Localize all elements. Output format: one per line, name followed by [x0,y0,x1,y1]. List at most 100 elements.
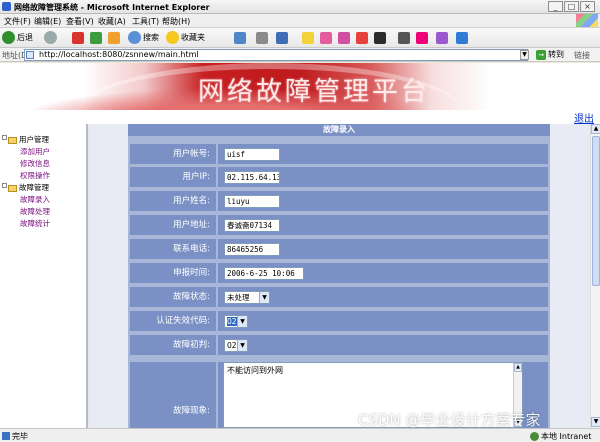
report-time-cell: 2006-6-25 10:06 [218,263,548,283]
name-label: 用户姓名: [130,191,216,211]
sidebar-item-permissions[interactable]: 权限操作 [20,170,50,181]
close-button[interactable]: × [580,1,595,12]
sidebar-item-fault-handling[interactable]: 故障处理 [20,206,50,217]
scroll-up-icon[interactable]: ▲ [514,363,522,372]
address-field-input[interactable]: 春诚斋07134 [224,219,280,232]
sidebar-item-fault-entry[interactable]: 故障录入 [20,194,50,205]
refresh-icon[interactable] [90,32,102,44]
ip-input[interactable]: 02.115.64.132 [224,171,280,184]
initial-judgement-select[interactable]: 02 ▼ [224,339,248,352]
print-icon[interactable] [256,32,268,44]
phenomenon-text: 不能访问到外网 [227,366,283,375]
back-label: 后退 [17,33,33,42]
account-input[interactable]: uisf [224,148,280,161]
name-cell: liuyu [218,191,548,211]
main-frame: 故障录入 用户帐号: uisf 用户IP: 02.115.64.132 用户姓名… [90,124,590,428]
sidebar-item-fault-stats[interactable]: 故障统计 [20,218,50,229]
watermark: CSDN @毕业设计方案专家 [358,411,541,429]
mail-icon[interactable] [234,32,246,44]
address-input[interactable]: http://localhost:8080/zsnnew/main.html [24,49,528,61]
favorites-button[interactable]: 收藏夹 [166,31,205,45]
chevron-down-icon[interactable]: ▼ [237,340,247,351]
research-icon[interactable] [398,32,410,44]
menu-tools[interactable]: 工具(T) [132,16,159,27]
note-icon[interactable] [302,32,314,44]
pill-icon[interactable] [436,32,448,44]
sidebar-item-add-user[interactable]: 添加用户 [20,146,50,157]
ip-cell: 02.115.64.132 [218,167,548,187]
back-button[interactable]: 后退 [2,31,33,45]
search-icon [128,31,141,44]
chevron-down-icon[interactable]: ▼ [259,292,269,303]
site-banner: 网络故障管理平台 [0,63,600,110]
row-name: 用户姓名: liuyu [130,191,548,211]
menu-favorites[interactable]: 收藏(A) [98,16,126,27]
collapse-icon[interactable] [2,135,7,140]
go-arrow-icon: → [536,49,546,60]
forward-arrow-icon [44,31,57,44]
auth-code-label: 认证失效代码: [130,311,216,331]
scroll-up-icon[interactable]: ▲ [591,124,600,134]
butterfly-icon[interactable] [456,32,468,44]
scroll-down-icon[interactable]: ▼ [591,417,600,427]
intranet-icon [530,432,539,441]
initial-judgement-label: 故障初判: [130,335,216,355]
search-label: 搜索 [143,33,159,42]
menu-file[interactable]: 文件(F) [4,16,31,27]
phone-cell: 86465256 [218,239,548,259]
home-icon[interactable] [108,32,120,44]
back-arrow-icon [2,31,15,44]
search-button[interactable]: 搜索 [128,31,159,45]
qq-icon[interactable] [356,32,368,44]
address-bar: 地址(D) http://localhost:8080/zsnnew/main.… [0,48,600,62]
favorites-label: 收藏夹 [181,33,205,42]
maximize-button[interactable]: □ [564,1,579,12]
initial-judgement-value: 02 [227,341,237,350]
sidebar: 用户管理 添加用户 修改信息 权限操作 故障管理 故障录入 故障处理 故障统计 [0,124,88,428]
report-time-input[interactable]: 2006-6-25 10:06 [224,267,304,280]
go-button[interactable]: → 转到 [536,49,564,60]
name-input[interactable]: liuyu [224,195,280,208]
forward-button[interactable] [44,31,59,45]
address-cell: 春诚斋07134 [218,215,548,235]
auth-code-select[interactable]: 02 ▼ [224,315,248,328]
minimize-button[interactable]: _ [548,1,563,12]
favorites-star-icon [166,31,179,44]
ebay-icon[interactable] [416,32,428,44]
status-value: 未处理 [227,293,250,302]
logout-link[interactable]: 退出 [574,110,594,125]
address-dropdown-icon[interactable]: ▼ [520,50,529,60]
status-label: 故障状态: [130,287,216,307]
go-label: 转到 [548,50,564,59]
folder-icon [8,184,17,192]
edit-icon[interactable] [276,32,288,44]
menu-help[interactable]: 帮助(H) [162,16,190,27]
menu-view[interactable]: 查看(V) [66,16,94,27]
bookmark-icon[interactable] [374,32,386,44]
chevron-down-icon[interactable]: ▼ [237,316,247,327]
page-done-icon [2,432,10,440]
messenger-icon[interactable] [320,32,332,44]
collapse-icon[interactable] [2,183,7,188]
windows-flag-icon [576,14,598,27]
address-field-label: 用户地址: [130,215,216,235]
menu-edit[interactable]: 编辑(E) [34,16,61,27]
page-scrollbar[interactable]: ▲ ▼ [590,124,600,428]
tree-group-label: 故障管理 [19,183,49,192]
status-select[interactable]: 未处理 ▼ [224,291,270,304]
account-cell: uisf [218,144,548,164]
tree-group-fault-management[interactable]: 故障管理 [2,182,49,193]
links-label[interactable]: 链接 [574,50,590,61]
scroll-thumb[interactable] [592,136,600,286]
phone-input[interactable]: 86465256 [224,243,280,256]
ie-app-icon [2,2,11,11]
tree-group-user-management[interactable]: 用户管理 [2,134,49,145]
auth-code-value: 02 [227,317,237,326]
sidebar-item-edit-info[interactable]: 修改信息 [20,158,50,169]
row-ip: 用户IP: 02.115.64.132 [130,167,548,187]
toolbar: 后退 搜索 收藏夹 [0,28,600,48]
status-bar: 完毕 本地 Intranet [0,428,600,442]
stop-icon[interactable] [72,32,84,44]
row-auth-code: 认证失效代码: 02 ▼ [130,311,548,331]
flower-icon[interactable] [338,32,350,44]
